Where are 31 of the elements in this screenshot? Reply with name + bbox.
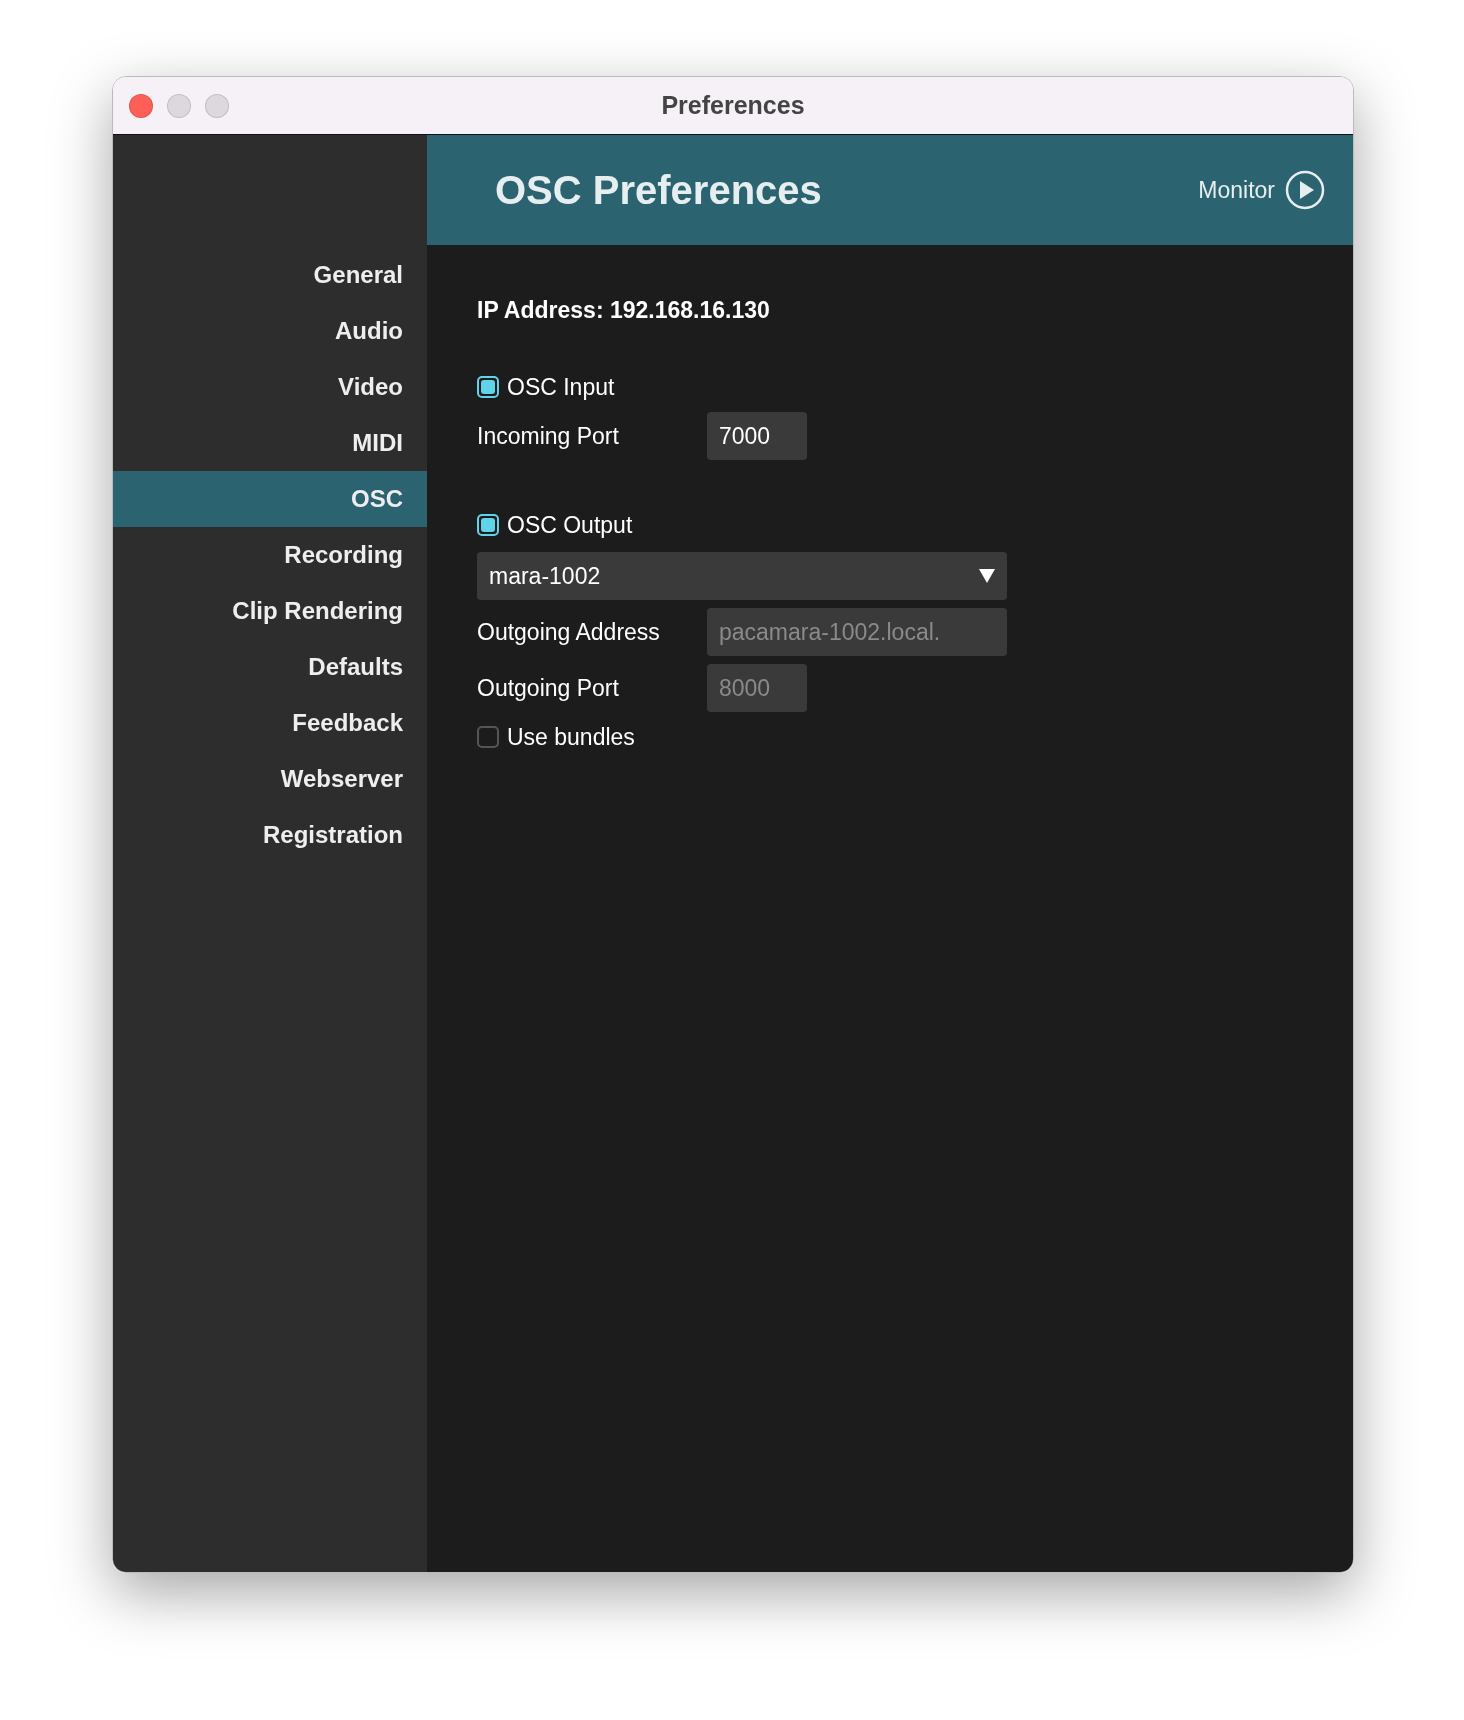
play-icon [1285, 170, 1325, 210]
checkbox-label: Use bundles [507, 723, 635, 751]
checkbox-label: OSC Input [507, 373, 615, 401]
sidebar-item[interactable]: Video [113, 359, 427, 415]
sidebar-item[interactable]: MIDI [113, 415, 427, 471]
osc-output-checkbox[interactable] [477, 514, 499, 536]
close-button[interactable] [129, 93, 153, 118]
outgoing-address-field[interactable]: pacamara-1002.local. [707, 608, 1007, 656]
sidebar-item[interactable]: Webserver [113, 751, 427, 807]
page-title: OSC Preferences [495, 167, 822, 213]
outgoing-port-field[interactable]: 8000 [707, 664, 807, 712]
sidebar-item[interactable]: OSC [113, 471, 427, 527]
osc-input-checkbox[interactable] [477, 376, 499, 398]
sidebar-item[interactable]: Registration [113, 807, 427, 863]
sidebar-item[interactable]: Clip Rendering [113, 583, 427, 639]
sidebar-item[interactable]: Feedback [113, 695, 427, 751]
incoming-port-field[interactable]: 7000 [707, 412, 807, 460]
sidebar-item[interactable]: Recording [113, 527, 427, 583]
target-dropdown[interactable]: mara-1002 [477, 552, 1007, 600]
use-bundles-checkbox[interactable] [477, 726, 499, 748]
monitor-button[interactable]: Monitor [1198, 170, 1325, 210]
window-title: Preferences [661, 91, 805, 120]
caret-icon [979, 569, 995, 583]
field-label: Incoming Port [477, 422, 620, 450]
checkbox-label: OSC Output [507, 511, 633, 539]
field-label: Outgoing Address [477, 618, 661, 646]
sidebar-item[interactable]: Audio [113, 303, 427, 359]
sidebar-item[interactable]: General [113, 247, 427, 303]
field-label: Outgoing Port [477, 674, 620, 702]
sidebar-item[interactable]: Defaults [113, 639, 427, 695]
ip-address: IP Address: 192.168.16.130 [477, 297, 771, 324]
